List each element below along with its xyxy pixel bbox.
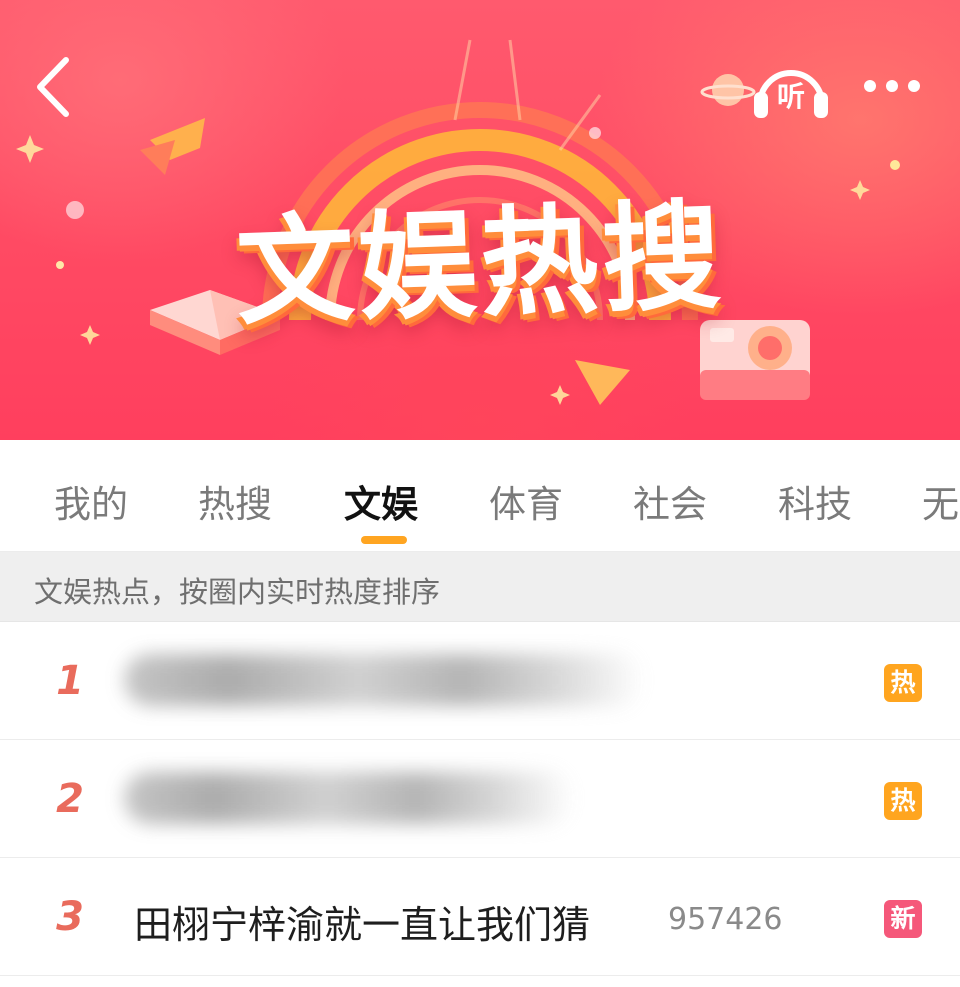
tab-hot-search[interactable]: 热搜 xyxy=(198,474,272,528)
rank-number: 1 xyxy=(56,658,84,704)
rank-number: 3 xyxy=(56,894,84,940)
header-banner: 听 文娱热搜 xyxy=(0,0,960,440)
tab-entertainment[interactable]: 文娱 xyxy=(344,474,418,528)
more-dots-icon xyxy=(864,80,920,92)
tab-more-partial[interactable]: 无 xyxy=(922,474,959,528)
list-item[interactable]: 2 热 xyxy=(0,740,960,858)
list-item[interactable]: 1 热 xyxy=(0,622,960,740)
blurred-title xyxy=(124,772,574,824)
headphones-icon: 听 xyxy=(754,70,828,118)
ranking-hint-text: 文娱热点，按圈内实时热度排序 xyxy=(34,575,441,609)
heat-count: 957426 xyxy=(668,902,783,937)
rank-number: 2 xyxy=(56,776,84,822)
listen-button[interactable]: 听 xyxy=(750,56,832,120)
hot-badge: 热 xyxy=(884,664,922,702)
more-button[interactable] xyxy=(852,64,932,108)
list-item-title: 田栩宁梓渝就一直让我们猜 xyxy=(134,903,591,947)
tab-mine[interactable]: 我的 xyxy=(54,474,128,528)
list-item[interactable]: 3 田栩宁梓渝就一直让我们猜 957426 新 xyxy=(0,858,960,976)
tab-sports[interactable]: 体育 xyxy=(489,474,563,528)
tab-technology[interactable]: 科技 xyxy=(778,474,852,528)
hot-badge: 热 xyxy=(884,782,922,820)
page-title: 文娱热搜 xyxy=(234,186,727,342)
tab-society[interactable]: 社会 xyxy=(633,474,707,528)
ranking-hint-bar: 文娱热点，按圈内实时热度排序 xyxy=(0,552,960,622)
back-button[interactable] xyxy=(28,52,88,122)
blurred-title xyxy=(124,654,644,706)
chevron-left-icon xyxy=(37,57,69,117)
listen-label: 听 xyxy=(777,80,805,113)
active-tab-indicator xyxy=(361,536,407,544)
category-tabs: 我的 热搜 文娱 体育 社会 科技 无 xyxy=(0,440,960,552)
new-badge: 新 xyxy=(884,900,922,938)
